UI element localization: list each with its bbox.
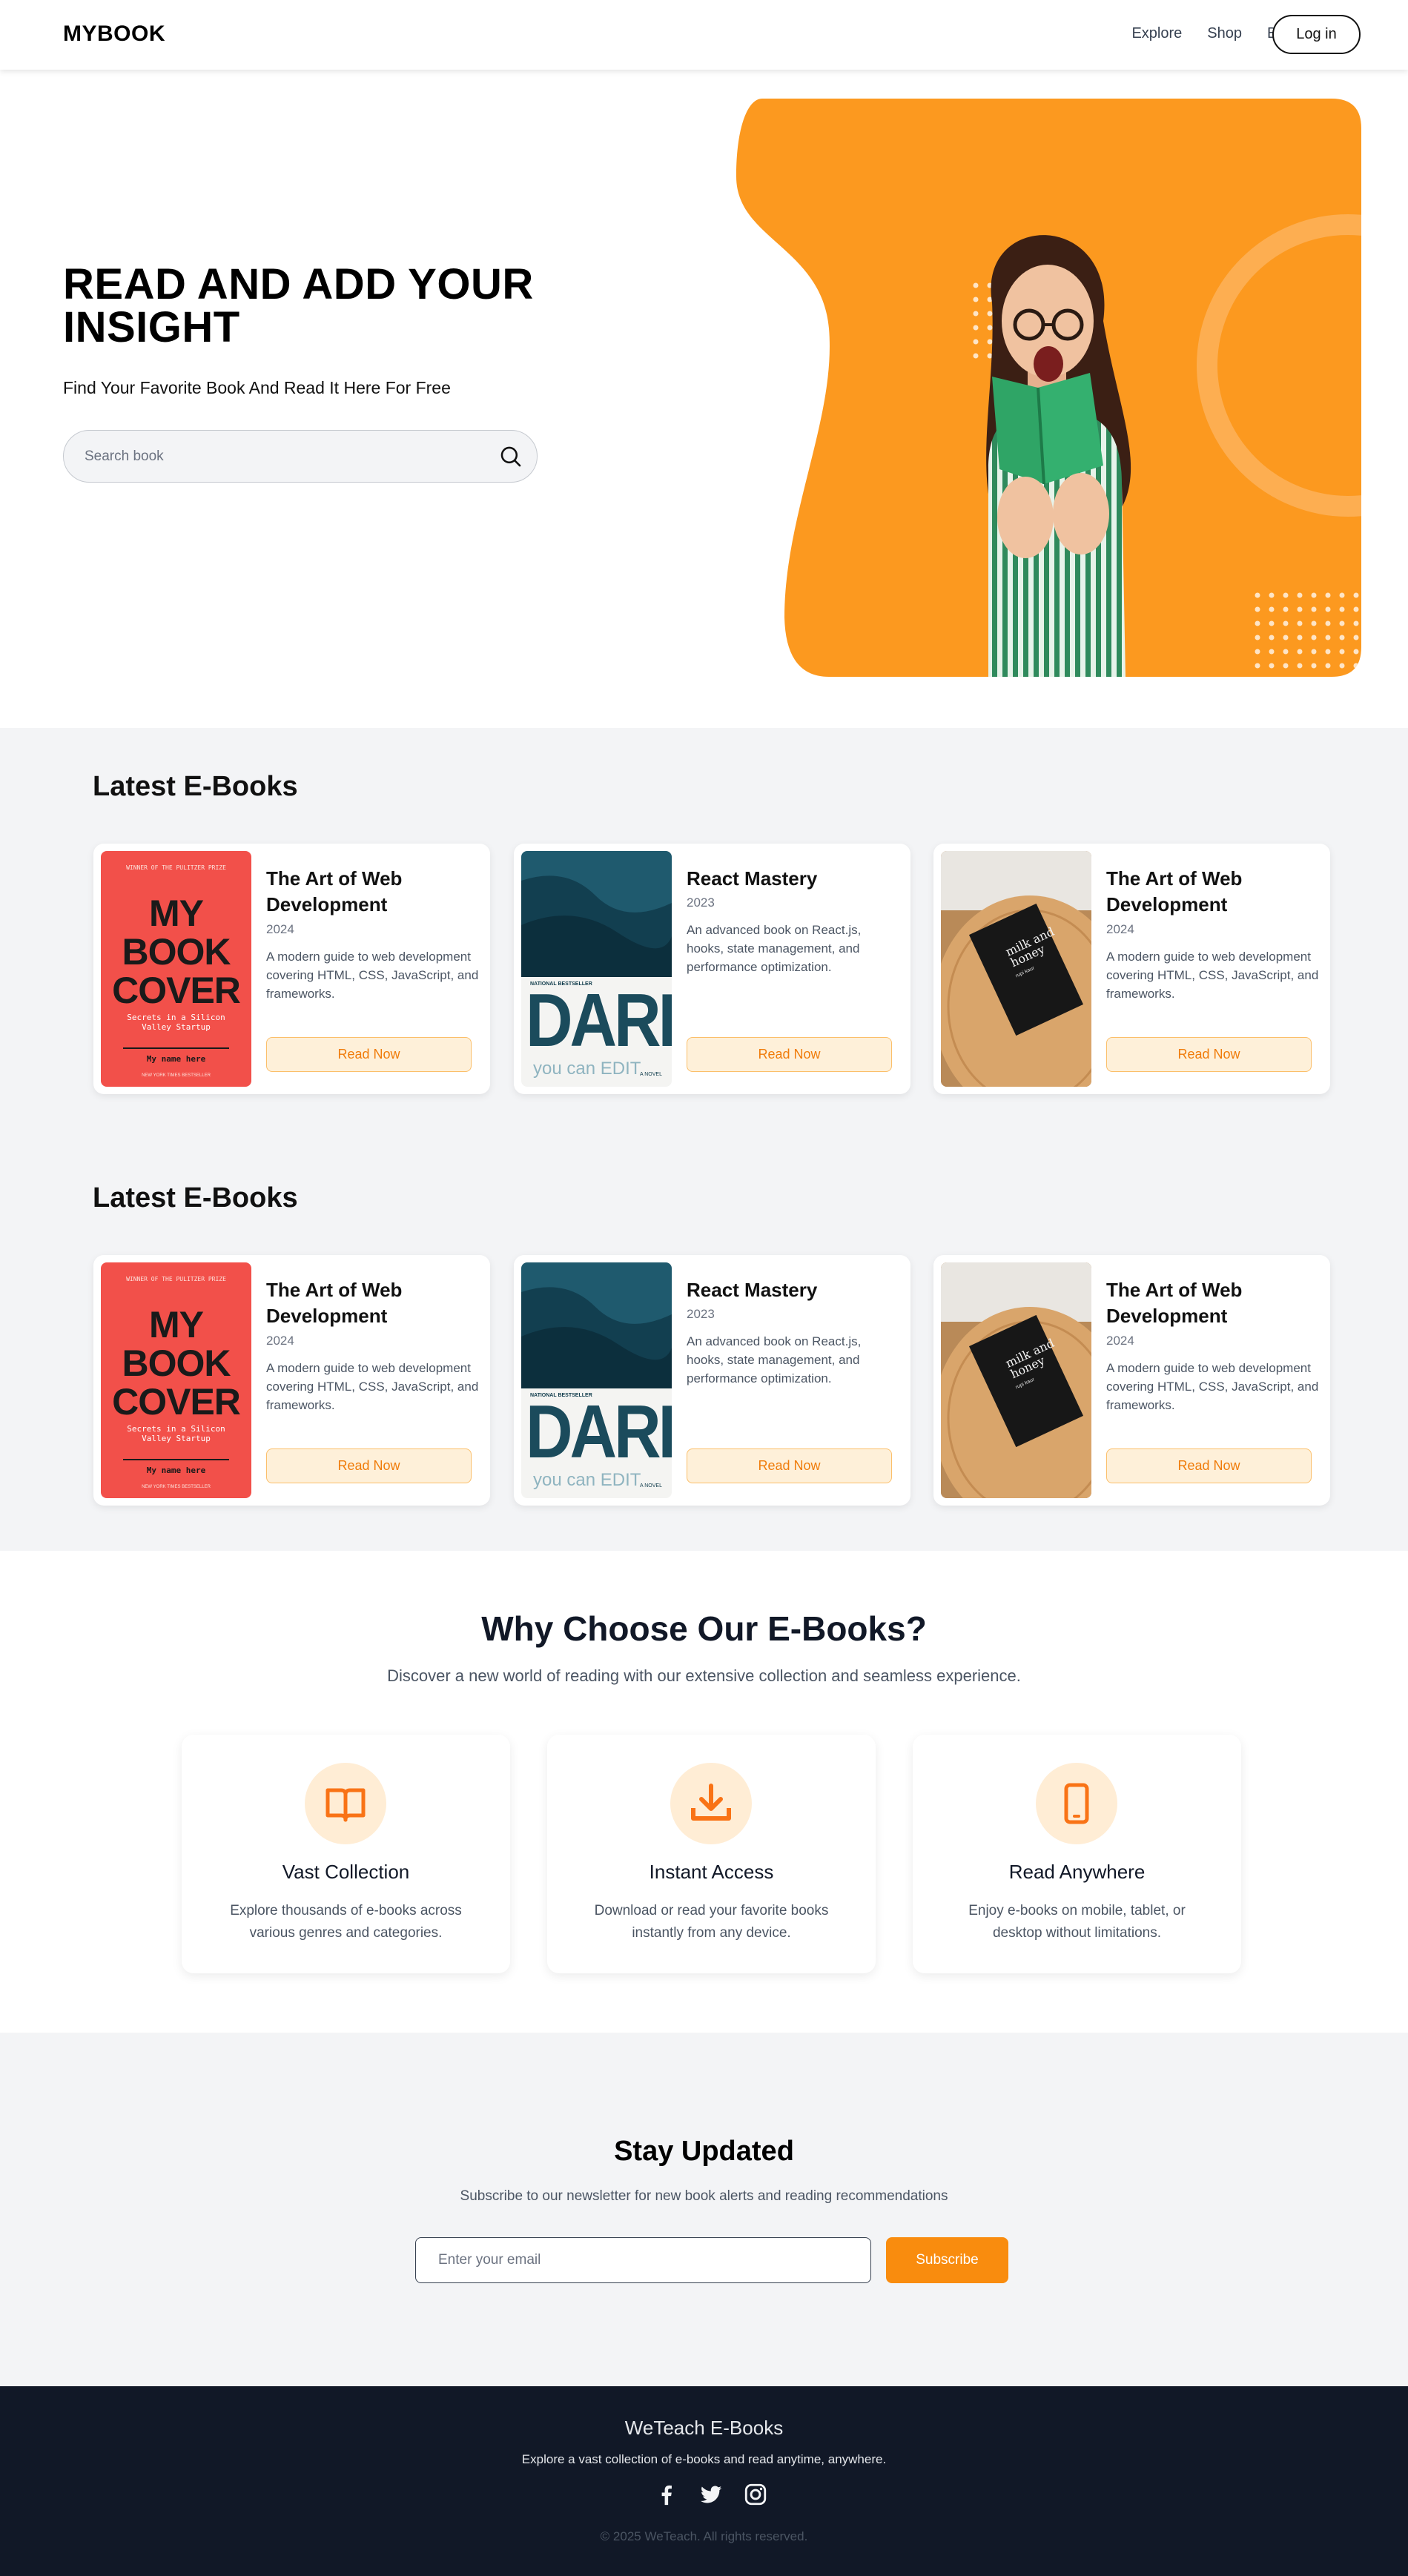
book-card: NATIONAL BESTSELLER DARK you can EDIT A … <box>514 844 910 1094</box>
hero-illustration <box>736 99 1361 677</box>
hero-subtitle: Find Your Favorite Book And Read It Here… <box>63 378 451 397</box>
book-year: 2023 <box>687 1307 715 1321</box>
book-description: A modern guide to web development coveri… <box>266 1361 479 1412</box>
feature-description: Download or read your favorite books ins… <box>594 1903 829 1941</box>
book-cover[interactable]: milk and honey rupi kaur <box>941 851 1091 1087</box>
footer-subtitle: Explore a vast collection of e-books and… <box>521 2452 887 2466</box>
book-description: A modern guide to web development coveri… <box>1106 950 1319 1001</box>
why-section-subtitle: Discover a new world of reading with our… <box>387 1666 1021 1685</box>
download-icon <box>691 1784 731 1821</box>
feature-card-vast-collection: Vast Collection Explore thousands of e-b… <box>182 1735 510 1973</box>
book-title[interactable]: The Art of Web Development <box>266 1277 477 1329</box>
feature-description: Enjoy e-books on mobile, tablet, or desk… <box>968 1903 1186 1941</box>
book-title[interactable]: React Mastery <box>687 866 898 892</box>
feature-title: Vast Collection <box>282 1861 410 1883</box>
read-now-button[interactable]: Read Now <box>687 1448 892 1483</box>
book-cover[interactable]: milk and honey rupi kaur <box>941 1262 1091 1498</box>
book-description: An advanced book on React.js, hooks, sta… <box>687 923 862 974</box>
book-title[interactable]: The Art of Web Development <box>1106 1277 1318 1329</box>
book-cover[interactable]: WINNER OF THE PULITZER PRIZE MY BOOK COVER… <box>101 1262 251 1498</box>
book-cover[interactable]: NATIONAL BESTSELLER DARK you can EDIT A … <box>521 1262 672 1498</box>
book-year: 2024 <box>266 1334 294 1348</box>
book-description: An advanced book on React.js, hooks, sta… <box>687 1334 862 1385</box>
book-card: NATIONAL BESTSELLER DARK you can EDIT A … <box>514 1255 910 1506</box>
feature-icon-circle <box>670 1763 752 1844</box>
footer-title: WeTeach E-Books <box>624 2417 784 2439</box>
feature-icon-circle <box>305 1763 386 1844</box>
search-icon[interactable] <box>498 444 523 469</box>
read-now-button[interactable]: Read Now <box>266 1448 472 1483</box>
search-input[interactable] <box>85 444 485 469</box>
feature-description: Explore thousands of e-books across vari… <box>230 1903 462 1941</box>
site-logo[interactable]: MYBOOK <box>63 21 165 47</box>
book-card: milk and honey rupi kaur The Art of Web … <box>933 844 1330 1094</box>
book-title[interactable]: The Art of Web Development <box>266 866 477 918</box>
login-button[interactable]: Log in <box>1272 15 1361 54</box>
read-now-button[interactable]: Read Now <box>687 1037 892 1072</box>
feature-icon-circle <box>1036 1763 1117 1844</box>
mobile-phone-icon <box>1064 1783 1089 1824</box>
section-title: Latest E-Books <box>93 771 298 802</box>
subscribe-button[interactable]: Subscribe <box>886 2237 1008 2283</box>
read-now-button[interactable]: Read Now <box>266 1037 472 1072</box>
why-section-title: Why Choose Our E-Books? <box>481 1609 927 1648</box>
newsletter-subtitle: Subscribe to our newsletter for new book… <box>460 2188 948 2204</box>
book-card: milk and honey rupi kaur The Art of Web … <box>933 1255 1330 1506</box>
book-year: 2023 <box>687 895 715 910</box>
book-cover[interactable]: NATIONAL BESTSELLER DARK you can EDIT A … <box>521 851 672 1087</box>
book-title[interactable]: The Art of Web Development <box>1106 866 1318 918</box>
feature-card-instant-access: Instant Access Download or read your fav… <box>547 1735 876 1973</box>
book-title[interactable]: React Mastery <box>687 1277 898 1303</box>
book-year: 2024 <box>1106 1334 1134 1348</box>
nav-link-shop[interactable]: Shop <box>1207 25 1242 42</box>
hero-title: READ AND ADD YOUR INSIGHT <box>63 260 534 351</box>
facebook-icon[interactable] <box>654 2482 679 2507</box>
book-year: 2024 <box>1106 922 1134 936</box>
copyright-text: © 2025 WeTeach. All rights reserved. <box>600 2529 808 2543</box>
read-now-button[interactable]: Read Now <box>1106 1037 1312 1072</box>
newsletter-title: Stay Updated <box>614 2136 794 2167</box>
twitter-icon[interactable] <box>698 2482 724 2507</box>
open-book-icon <box>325 1788 366 1822</box>
feature-card-read-anywhere: Read Anywhere Enjoy e-books on mobile, t… <box>913 1735 1241 1973</box>
feature-title: Read Anywhere <box>1008 1861 1146 1883</box>
book-card: WINNER OF THE PULITZER PRIZE MY BOOK COVER… <box>93 1255 490 1506</box>
feature-title: Instant Access <box>649 1861 774 1883</box>
read-now-button[interactable]: Read Now <box>1106 1448 1312 1483</box>
instagram-icon[interactable] <box>743 2482 768 2507</box>
hero-search-box <box>63 430 538 483</box>
book-description: A modern guide to web development coveri… <box>266 950 479 1001</box>
book-description: A modern guide to web development coveri… <box>1106 1361 1319 1412</box>
book-card: WINNER OF THE PULITZER PRIZE MY BOOK COVER… <box>93 844 490 1094</box>
footer <box>0 2386 1408 2576</box>
section-title: Latest E-Books <box>93 1182 298 1213</box>
nav-link-explore[interactable]: Explore <box>1131 25 1182 42</box>
book-cover[interactable]: WINNER OF THE PULITZER PRIZE MY BOOK COVER… <box>101 851 251 1087</box>
newsletter-section-bg <box>0 2033 1408 2386</box>
email-input[interactable] <box>415 2237 871 2283</box>
top-navbar: MYBOOK Explore Shop Blog <box>0 0 1408 70</box>
book-year: 2024 <box>266 922 294 936</box>
